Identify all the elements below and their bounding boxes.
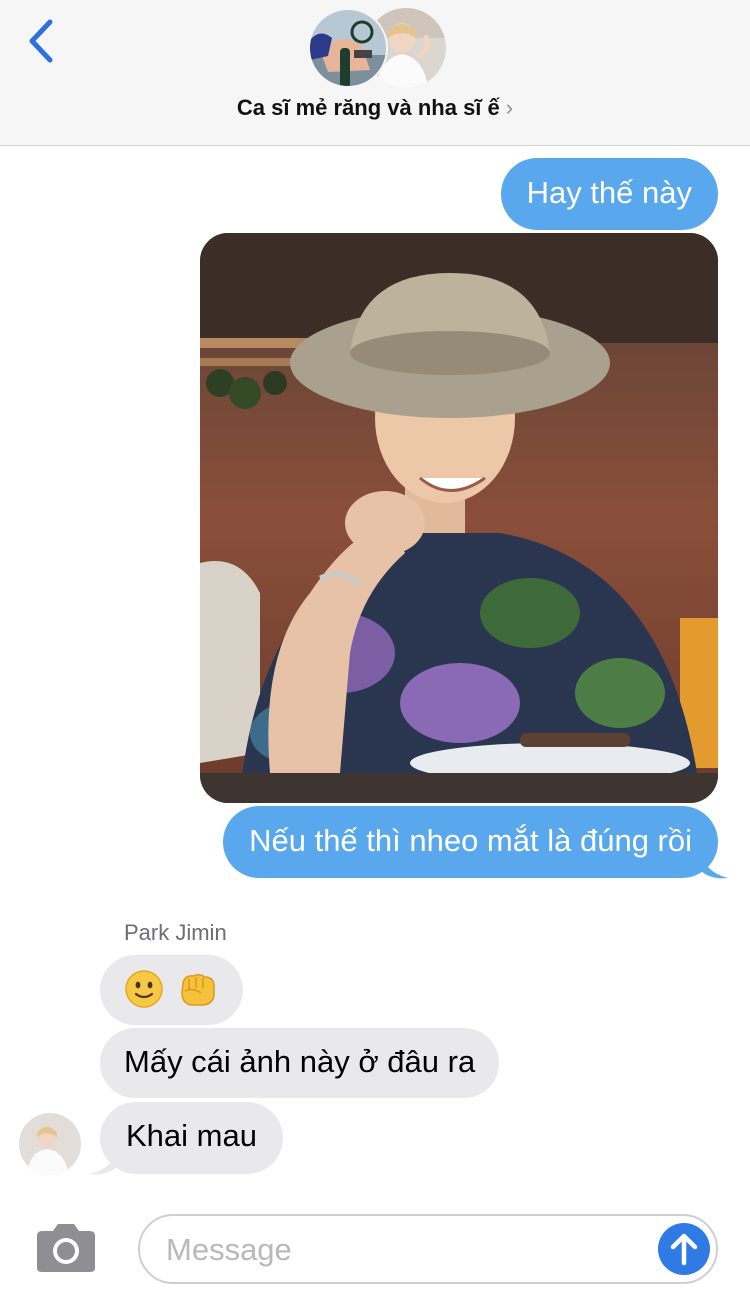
message-text: Hay thế này bbox=[526, 175, 692, 210]
bubble-tail bbox=[700, 850, 728, 879]
photo-attachment[interactable] bbox=[200, 233, 718, 803]
incoming-message[interactable]: Khai mau bbox=[100, 1102, 283, 1174]
incoming-message-emoji[interactable] bbox=[100, 955, 243, 1025]
avatar-contact-1 bbox=[308, 8, 388, 88]
slightly-smiling-face-icon bbox=[125, 970, 163, 1008]
bubble-tail bbox=[90, 1146, 118, 1175]
fisted-hand-icon bbox=[180, 973, 215, 1006]
camera-icon[interactable] bbox=[33, 1222, 99, 1274]
message-text: Mấy cái ảnh này ở đâu ra bbox=[124, 1044, 476, 1079]
message-input-container[interactable] bbox=[138, 1214, 718, 1284]
conversation-title: Ca sĩ mẻ răng và nha sĩ ế bbox=[236, 95, 500, 120]
send-button[interactable] bbox=[658, 1223, 710, 1275]
group-avatars[interactable] bbox=[308, 8, 448, 90]
arrow-up-icon bbox=[670, 1233, 698, 1266]
outgoing-message[interactable]: Nếu thế thì nheo mắt là đúng rồi bbox=[223, 806, 718, 878]
message-text: Khai mau bbox=[126, 1118, 257, 1153]
chevron-right-icon: › bbox=[505, 95, 514, 120]
outgoing-message[interactable]: Hay thế này bbox=[500, 158, 718, 230]
message-text: Nếu thế thì nheo mắt là đúng rồi bbox=[249, 823, 692, 858]
message-input[interactable] bbox=[166, 1228, 646, 1272]
back-chevron-icon[interactable] bbox=[22, 16, 62, 66]
conversation-header: Ca sĩ mẻ răng và nha sĩ ế › bbox=[0, 0, 750, 146]
incoming-message[interactable]: Mấy cái ảnh này ở đâu ra bbox=[100, 1028, 500, 1098]
conversation-title-row[interactable]: Ca sĩ mẻ răng và nha sĩ ế › bbox=[0, 95, 750, 121]
sender-name: Park Jimin bbox=[124, 920, 227, 945]
sender-avatar[interactable] bbox=[19, 1113, 81, 1175]
